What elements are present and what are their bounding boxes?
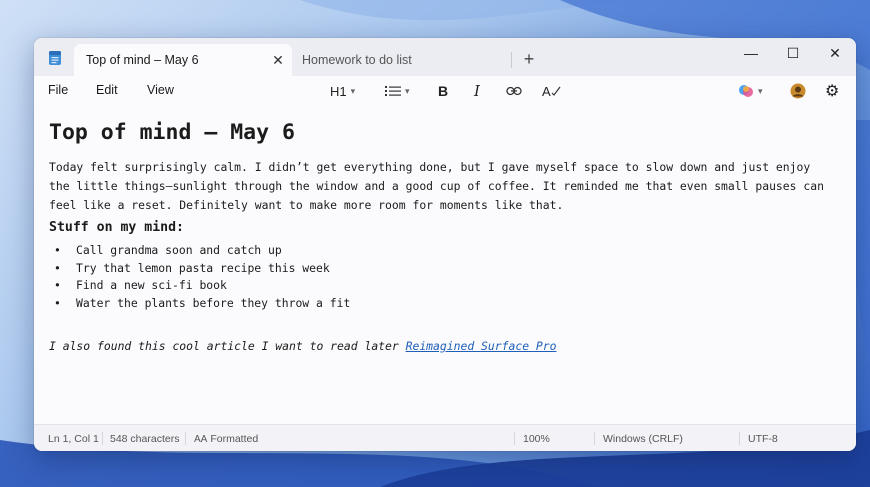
spellcheck-icon: A	[542, 83, 551, 99]
copilot-dropdown[interactable]: ▾	[738, 80, 763, 102]
chevron-down-icon: ▾	[405, 85, 410, 96]
tab-top-of-mind[interactable]: Top of mind – May 6 ✕	[74, 44, 292, 76]
section-heading: Stuff on my mind:	[49, 220, 184, 235]
copilot-icon	[739, 85, 753, 97]
notepad-app-icon	[49, 51, 61, 65]
spellcheck-squiggle-icon	[551, 86, 561, 96]
list-item-text: Try that lemon pasta recipe this week	[76, 260, 330, 275]
minimize-button[interactable]: —	[730, 38, 772, 68]
tab-title: Top of mind – May 6	[86, 53, 199, 67]
bullet-icon: •	[54, 295, 61, 310]
menu-file[interactable]: File	[48, 83, 68, 97]
chevron-down-icon: ▾	[758, 85, 763, 96]
closing-line: I also found this cool article I want to…	[49, 339, 556, 353]
heading-label: H1	[330, 83, 347, 99]
tab-divider	[511, 52, 512, 68]
status-divider	[185, 432, 186, 445]
encoding[interactable]: UTF-8	[748, 433, 778, 445]
menu-bar: File Edit View H1 ▾ ▾ B I A ▾ ⚙	[34, 76, 856, 106]
settings-button[interactable]: ⚙	[825, 80, 839, 102]
list-dropdown[interactable]: ▾	[385, 80, 410, 102]
list-item: • Find a new sci-fi book	[49, 277, 350, 295]
list-icon	[385, 86, 401, 96]
status-divider	[739, 432, 740, 445]
format-label: Formatted	[210, 433, 259, 445]
format-status[interactable]: AA Formatted	[194, 433, 258, 445]
status-bar: Ln 1, Col 1 548 characters AA Formatted 1…	[34, 424, 856, 451]
status-divider	[102, 432, 103, 445]
maximize-button[interactable]: ☐	[772, 38, 814, 68]
menu-edit[interactable]: Edit	[96, 83, 118, 97]
menu-view[interactable]: View	[147, 83, 174, 97]
tab-homework[interactable]: Homework to do list	[296, 44, 506, 76]
list-item-text: Call grandma soon and catch up	[76, 243, 282, 257]
notepad-window: Top of mind – May 6 ✕ Homework to do lis…	[34, 38, 856, 451]
paragraph-line: feel like a reset. Definitely want to ma…	[49, 198, 564, 212]
status-divider	[514, 432, 515, 445]
text-editor[interactable]: Top of mind – May 6 Today felt surprisin…	[34, 106, 856, 424]
bold-button[interactable]: B	[438, 80, 448, 102]
profile-button[interactable]	[790, 80, 806, 102]
closing-text: I also found this cool article I want to…	[49, 339, 406, 353]
profile-icon	[790, 83, 806, 99]
document-title: Top of mind – May 6	[49, 120, 295, 145]
list-item: • Water the plants before they throw a fi…	[49, 295, 350, 313]
list-item-text: Water the plants before they throw a fit	[76, 295, 351, 310]
format-icon: AA	[194, 434, 208, 445]
link-button[interactable]	[506, 80, 522, 102]
chevron-down-icon: ▾	[350, 85, 356, 96]
bullet-icon: •	[54, 260, 61, 275]
close-tab-icon[interactable]: ✕	[264, 52, 292, 69]
list-item: • Try that lemon pasta recipe this week	[49, 260, 350, 278]
paragraph-line: Today felt surprisingly calm. I didn’t g…	[49, 160, 811, 174]
settings-icon: ⚙	[825, 83, 840, 100]
title-bar: Top of mind – May 6 ✕ Homework to do lis…	[34, 38, 856, 76]
bullet-list: • Call grandma soon and catch up • Try tha…	[49, 242, 350, 312]
article-link[interactable]: Reimagined Surface Pro	[406, 339, 557, 353]
italic-button[interactable]: I	[474, 80, 480, 102]
bullet-icon: •	[54, 243, 61, 257]
new-tab-button[interactable]: +	[517, 48, 541, 70]
link-icon	[506, 86, 522, 96]
spellcheck-button[interactable]: A	[542, 80, 561, 102]
line-ending[interactable]: Windows (CRLF)	[603, 433, 683, 445]
character-count: 548 characters	[110, 433, 180, 445]
close-window-button[interactable]: ✕	[814, 38, 856, 68]
paragraph-line: the little things—sunlight through the w…	[49, 179, 824, 193]
list-item: • Call grandma soon and catch up	[49, 242, 350, 260]
tab-title: Homework to do list	[302, 53, 412, 67]
bullet-icon: •	[54, 278, 61, 292]
cursor-position: Ln 1, Col 1	[48, 433, 99, 445]
zoom-level[interactable]: 100%	[523, 433, 550, 445]
list-item-text: Find a new sci-fi book	[76, 278, 227, 292]
status-divider	[594, 432, 595, 445]
intro-paragraph: Today felt surprisingly calm. I didn’t g…	[49, 158, 839, 215]
heading-dropdown[interactable]: H1 ▾	[330, 80, 355, 102]
